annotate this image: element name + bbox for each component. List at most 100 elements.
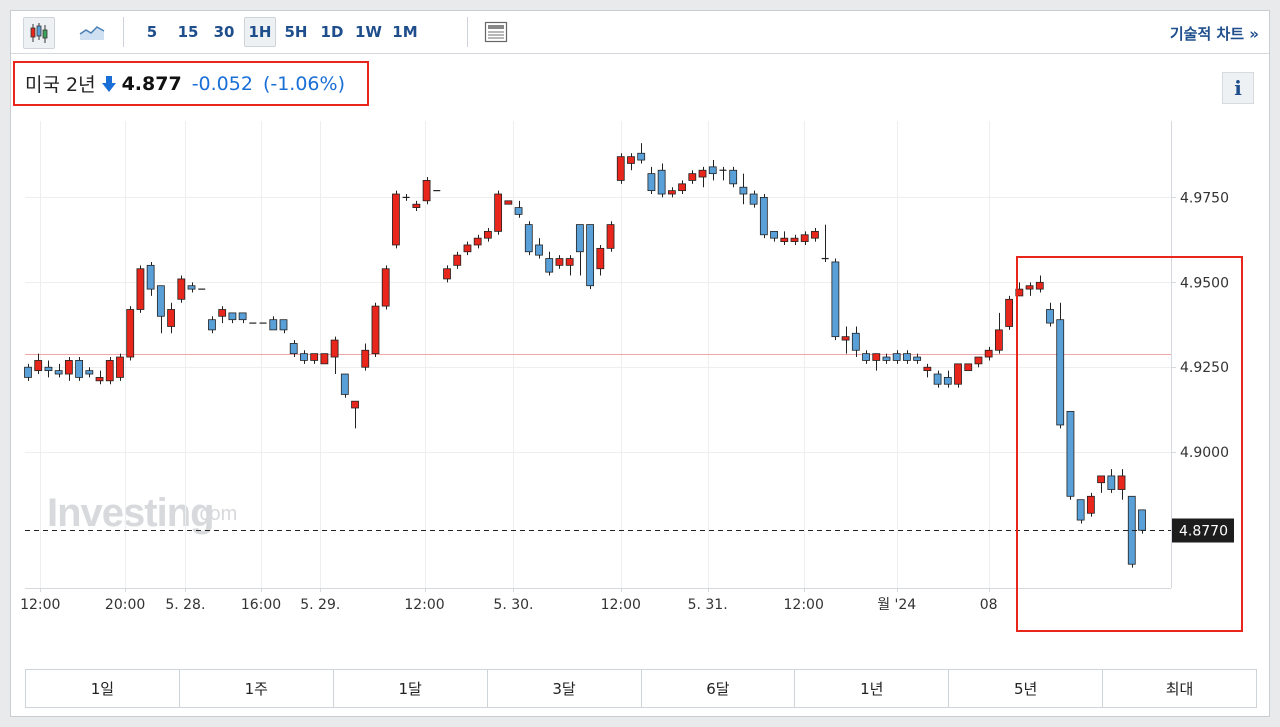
candle-body	[780, 237, 789, 242]
candle-body	[54, 370, 63, 375]
x-tick-label: 08	[980, 597, 998, 613]
x-tick-label: 5. 28.	[165, 597, 205, 613]
candle-body	[759, 197, 768, 236]
candle-body	[116, 356, 124, 378]
candle-body	[1005, 298, 1014, 327]
candle-body	[85, 370, 94, 375]
candle-body	[330, 339, 339, 358]
range-1m[interactable]: 1달	[334, 670, 488, 707]
range-6m[interactable]: 6달	[642, 670, 796, 707]
candle-body	[34, 360, 43, 372]
candle-body	[310, 353, 319, 361]
candle-body	[351, 400, 359, 409]
candle-body	[535, 244, 543, 256]
candle-body	[954, 363, 962, 385]
range-1y[interactable]: 1년	[795, 670, 950, 707]
x-tick-label: 5. 29.	[300, 597, 340, 613]
candle-body	[749, 193, 758, 205]
candle-body	[862, 353, 870, 361]
candle-body	[208, 319, 216, 331]
candle-body	[831, 261, 840, 338]
candle-body	[923, 366, 932, 372]
candle-body	[1035, 281, 1044, 290]
candle-body	[1097, 475, 1105, 484]
x-tick-label: 12:00	[601, 597, 641, 613]
chart-widget: 5 15 30 1H 5H 1D 1W 1M 기술적 차트 » 미국 2년 4.…	[10, 10, 1270, 717]
y-tick-label: 4.9250	[1180, 360, 1229, 376]
candle-body	[1066, 410, 1075, 497]
candle-body	[841, 336, 850, 341]
candle-body	[1138, 509, 1146, 531]
range-1d[interactable]: 1일	[26, 670, 180, 707]
y-tick-label: 4.9750	[1180, 190, 1229, 206]
candle-body	[903, 353, 911, 361]
time-range-selector: 1일 1주 1달 3달 6달 1년 5년 최대	[25, 669, 1257, 708]
candle-body	[300, 353, 308, 361]
candle-body	[545, 258, 554, 273]
candle-body	[1086, 495, 1095, 514]
candle-body	[453, 254, 462, 266]
candle-body	[964, 363, 973, 372]
x-tick-label: 12:00	[784, 597, 824, 613]
candle-body	[187, 285, 196, 290]
candle-body	[381, 268, 390, 307]
candle-body	[392, 193, 400, 246]
candle-body	[882, 356, 891, 361]
candle-body	[1056, 319, 1065, 426]
candle-body	[289, 343, 298, 355]
y-tick-label: 4.9000	[1180, 445, 1229, 461]
last-price-label: 4.8770	[1179, 524, 1228, 540]
candle-body	[616, 156, 625, 181]
candle-body	[892, 353, 901, 361]
candle-body	[708, 166, 717, 175]
candle-body	[126, 309, 135, 358]
range-1w[interactable]: 1주	[180, 670, 334, 707]
candle-body	[1076, 499, 1085, 521]
candle-body	[913, 356, 922, 361]
x-tick-label: 5. 30.	[493, 597, 533, 613]
x-tick-label: 16:00	[241, 597, 281, 613]
candle-body	[238, 312, 247, 321]
range-5y[interactable]: 5년	[949, 670, 1104, 707]
candle-body	[984, 349, 993, 358]
candle-body	[606, 224, 615, 249]
candle-body	[279, 319, 288, 331]
candle-body	[586, 224, 594, 287]
candle-body	[320, 353, 329, 365]
candle-body	[361, 349, 370, 368]
candle-body	[678, 183, 686, 192]
candle-body	[371, 305, 380, 355]
candle-body	[657, 169, 666, 195]
candle-body	[412, 203, 421, 209]
candle-body	[872, 353, 881, 361]
candle-body	[1025, 285, 1034, 290]
x-tick-label: 12:00	[20, 597, 60, 613]
candle-body	[422, 180, 431, 202]
candle-body	[524, 224, 533, 253]
candle-body	[667, 190, 676, 195]
candle-body	[770, 230, 778, 239]
candle-body	[167, 309, 175, 327]
candle-body	[1107, 475, 1116, 490]
candle-body	[575, 224, 584, 253]
candle-body	[1015, 288, 1024, 297]
candle-body	[463, 244, 472, 253]
candle-body	[995, 329, 1003, 351]
candle-body	[483, 230, 492, 239]
x-tick-label: 월 '24	[877, 597, 916, 613]
candle-body	[64, 360, 73, 375]
candle-body	[75, 360, 83, 378]
candle-body	[473, 237, 482, 246]
candle-body	[800, 234, 809, 242]
candle-body	[851, 332, 860, 351]
candle-body	[627, 156, 635, 164]
range-max[interactable]: 최대	[1103, 670, 1256, 707]
candle-body	[1117, 475, 1126, 490]
candlestick-chart: 4.9750 4.9500 4.9250 4.9000 4.8770 12:00 20:00…	[20, 121, 1234, 613]
range-3m[interactable]: 3달	[488, 670, 642, 707]
x-tick-label: 12:00	[404, 597, 444, 613]
candle-body	[443, 268, 451, 280]
candle-body	[943, 377, 952, 385]
candle-body	[729, 169, 738, 185]
y-tick-label: 4.9500	[1180, 275, 1229, 291]
